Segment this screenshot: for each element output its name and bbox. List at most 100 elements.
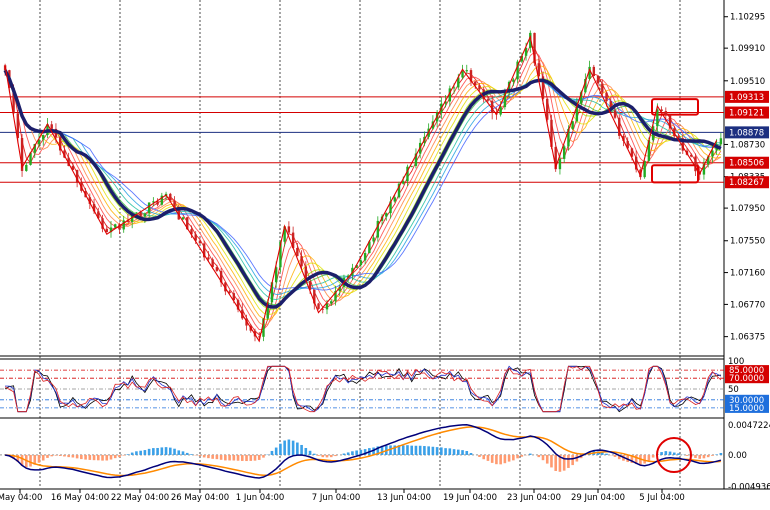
macd-hist-bar bbox=[415, 446, 418, 455]
x-tick-label: 19 Jun 04:00 bbox=[443, 493, 497, 503]
macd-hist-bar bbox=[50, 455, 53, 456]
macd-hist-bar bbox=[567, 455, 570, 468]
macd-hist-bar bbox=[122, 455, 125, 456]
macd-hist-bar bbox=[275, 448, 278, 455]
y-tick-label: 1.09510 bbox=[730, 77, 765, 87]
macd-hist-bar bbox=[72, 455, 75, 458]
candle-body bbox=[42, 135, 44, 140]
macd-hist-bar bbox=[652, 455, 655, 458]
candle-body bbox=[148, 202, 150, 213]
candle-body bbox=[499, 107, 501, 115]
candle-body bbox=[402, 181, 404, 184]
candle-body bbox=[720, 138, 722, 144]
chart-root: 1.102951.099101.095101.087301.083351.079… bbox=[0, 0, 770, 505]
macd-hist-bar bbox=[504, 455, 507, 463]
macd-hist-bar bbox=[321, 455, 324, 457]
candle-body bbox=[360, 260, 362, 265]
x-tick-label: 7 Jun 04:00 bbox=[312, 493, 361, 503]
y-tick-label: 1.07550 bbox=[730, 237, 765, 247]
macd-label: 0.00 bbox=[728, 451, 747, 461]
candle-body bbox=[317, 303, 319, 308]
x-tick-label: 13 Jun 04:00 bbox=[377, 493, 431, 503]
macd-hist-bar bbox=[169, 448, 172, 455]
candle-body bbox=[364, 253, 366, 260]
macd-hist-bar bbox=[453, 449, 456, 455]
macd-hist-bar bbox=[292, 441, 295, 455]
macd-hist-bar bbox=[427, 446, 430, 455]
candle-body bbox=[330, 301, 332, 303]
candle-body bbox=[51, 124, 53, 129]
macd-hist-bar bbox=[470, 453, 473, 455]
macd-hist-bar bbox=[110, 455, 113, 460]
y-tick-label: 1.08730 bbox=[730, 140, 765, 150]
y-tick-label: 1.07950 bbox=[730, 204, 765, 214]
macd-hist-bar bbox=[118, 455, 121, 457]
macd-hist-bar bbox=[521, 455, 524, 457]
candle-body bbox=[559, 159, 561, 169]
chart-svg: 1.102951.099101.095101.087301.083351.079… bbox=[0, 0, 770, 505]
macd-hist-bar bbox=[313, 454, 316, 455]
macd-hist-bar bbox=[42, 455, 45, 461]
macd-hist-bar bbox=[648, 455, 651, 461]
candle-body bbox=[593, 67, 595, 76]
price-line-label: 1.08506 bbox=[729, 159, 764, 169]
candle-body bbox=[296, 248, 298, 256]
x-tick-label: 16 May 04:00 bbox=[51, 493, 109, 503]
macd-hist-bar bbox=[686, 455, 689, 456]
macd-hist-bar bbox=[698, 455, 701, 459]
macd-hist-bar bbox=[131, 453, 134, 455]
macd-hist-bar bbox=[571, 455, 574, 465]
macd-hist-bar bbox=[220, 455, 223, 460]
macd-hist-bar bbox=[406, 445, 409, 455]
candle-body bbox=[394, 197, 396, 201]
y-tick-label: 1.09910 bbox=[730, 44, 765, 54]
macd-hist-bar bbox=[262, 455, 265, 458]
macd-hist-bar bbox=[216, 455, 219, 459]
macd-hist-bar bbox=[673, 453, 676, 455]
macd-hist-bar bbox=[186, 453, 189, 455]
candle-body bbox=[288, 226, 290, 232]
candle-body bbox=[207, 257, 209, 259]
macd-hist-bar bbox=[546, 455, 549, 464]
macd-hist-bar bbox=[165, 447, 168, 455]
candle-body bbox=[614, 110, 616, 117]
macd-hist-bar bbox=[114, 455, 117, 458]
macd-hist-bar bbox=[152, 448, 155, 455]
macd-hist-bar bbox=[351, 451, 354, 455]
macd-hist-bar bbox=[207, 455, 210, 458]
macd-hist-bar bbox=[410, 446, 413, 455]
macd-hist-bar bbox=[156, 448, 159, 455]
candle-body bbox=[139, 212, 141, 216]
macd-hist-bar bbox=[554, 455, 557, 471]
macd-hist-bar bbox=[715, 454, 718, 455]
candle-body bbox=[665, 111, 667, 115]
macd-hist-bar bbox=[283, 441, 286, 455]
macd-hist-bar bbox=[529, 454, 532, 455]
macd-hist-bar bbox=[665, 451, 668, 455]
candle-body bbox=[411, 166, 413, 167]
macd-hist-bar bbox=[105, 455, 108, 461]
macd-hist-bar bbox=[29, 455, 32, 467]
macd-hist-bar bbox=[97, 455, 100, 460]
macd-hist-bar bbox=[199, 455, 202, 456]
macd-hist-bar bbox=[643, 455, 646, 464]
macd-hist-bar bbox=[258, 455, 261, 460]
macd-hist-bar bbox=[694, 455, 697, 458]
macd-hist-bar bbox=[516, 455, 519, 458]
macd-hist-bar bbox=[550, 455, 553, 467]
macd-hist-bar bbox=[245, 455, 248, 461]
macd-hist-bar bbox=[203, 455, 206, 458]
candle-body bbox=[478, 85, 480, 89]
macd-hist-bar bbox=[669, 452, 672, 455]
macd-hist-bar bbox=[59, 455, 62, 456]
candle-body bbox=[466, 70, 468, 71]
y-tick-label: 1.06770 bbox=[730, 300, 765, 310]
macd-hist-bar bbox=[135, 451, 138, 455]
macd-hist-bar bbox=[508, 455, 511, 462]
macd-hist-bar bbox=[614, 455, 617, 457]
macd-hist-bar bbox=[457, 450, 460, 455]
macd-hist-bar bbox=[46, 455, 49, 458]
macd-hist-bar bbox=[300, 445, 303, 455]
macd-hist-bar bbox=[84, 455, 87, 460]
macd-hist-bar bbox=[224, 455, 227, 460]
